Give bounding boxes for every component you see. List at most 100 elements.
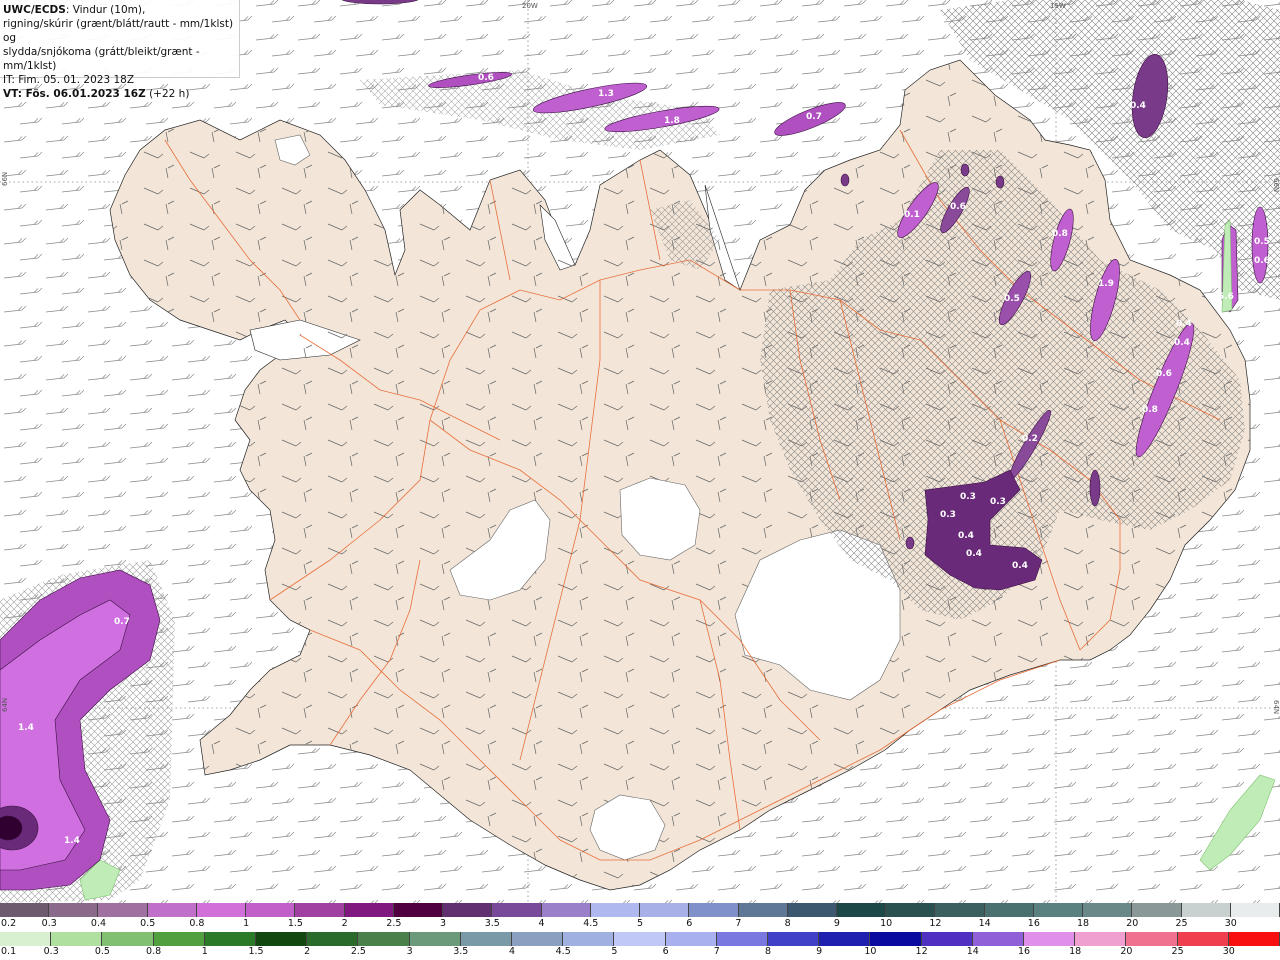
legend-color-cell xyxy=(1230,903,1280,917)
precip-label: 0.8 xyxy=(1142,405,1158,415)
title-line: UWC/ECDS: Vindur (10m), xyxy=(3,3,236,17)
legend-color-cell xyxy=(492,903,542,917)
precip-label: 0.3 xyxy=(990,497,1006,507)
legend-color-cell xyxy=(870,932,922,946)
legend-tick-label: 2.5 xyxy=(350,946,366,957)
valid-offset: (+22 h) xyxy=(145,88,190,100)
legend-color-cell xyxy=(295,903,345,917)
precip-label: 0.4 xyxy=(1012,561,1028,571)
legend-color-cell xyxy=(256,932,308,946)
legend-tick-label: 8 xyxy=(764,946,772,957)
precip-label: 0.4 xyxy=(1130,101,1146,111)
precip-label: 0.6 xyxy=(950,202,966,212)
legend-color-cell xyxy=(147,903,197,917)
legend-tick-label: 20 xyxy=(1126,918,1139,929)
model-name: UWC/ECDS xyxy=(3,4,66,16)
legend-color-cell xyxy=(886,903,936,917)
precip-label: 0.6 xyxy=(1254,256,1270,266)
legend-color-cell xyxy=(1177,932,1229,946)
legend-tick-label: 2 xyxy=(304,946,311,957)
legend-color-cell xyxy=(102,932,154,946)
legend-color-cell xyxy=(819,932,871,946)
title-rest: : Vindur (10m), xyxy=(65,4,146,16)
legend-tick-label: 30 xyxy=(1222,946,1235,957)
legend-tick-label: 0.5 xyxy=(140,918,156,929)
legend-tick-label: 10 xyxy=(880,918,893,929)
legend-tick-label: 12 xyxy=(929,918,942,929)
legend-color-cell xyxy=(98,903,148,917)
map-canvas: 0.6 1.3 1.8 0.7 0.4 0.1 0.6 0.8 0.5 1.9 … xyxy=(0,0,1280,903)
legend-tick-label: 3 xyxy=(440,918,447,929)
legend-color-cell xyxy=(409,932,461,946)
precip-label: 1.4 xyxy=(64,836,80,846)
legend-color-cell xyxy=(512,932,564,946)
precip-label: 0.3 xyxy=(940,510,956,520)
legend-tick-label: 7 xyxy=(713,946,720,957)
legend-color-cell xyxy=(393,903,444,917)
precip-label: 5.6 xyxy=(1218,292,1234,302)
precip-label: 1.9 xyxy=(1098,279,1114,289)
legend-tick-label: 6 xyxy=(686,918,693,929)
precip-label: 0.2 xyxy=(1022,434,1038,444)
legend-snow-colorbar xyxy=(0,903,1280,917)
legend-color-cell xyxy=(738,903,788,917)
legend-rain-colorbar xyxy=(0,932,1280,946)
precip-label: 0.4 xyxy=(1174,338,1190,348)
legend-tick-label: 3.5 xyxy=(484,918,500,929)
legend-tick-label: 9 xyxy=(833,918,840,929)
legend-color-cell xyxy=(614,932,666,946)
map-info-box: UWC/ECDS: Vindur (10m), rigning/skúrir (… xyxy=(0,0,240,100)
legend-color-cell xyxy=(204,932,257,946)
legend-color-cell xyxy=(716,932,769,946)
legend-color-cell xyxy=(1033,903,1084,917)
legend-tick-label: 0.8 xyxy=(146,946,162,957)
lat-label-66n-left: 66N xyxy=(1,172,9,186)
legend-tick-label: 4.5 xyxy=(583,918,599,929)
legend-color-cell xyxy=(921,932,973,946)
legend-color-cell xyxy=(768,932,820,946)
precip-label: 0.3 xyxy=(960,492,976,502)
legend-color-cell xyxy=(153,932,205,946)
subtitle-line-3: slydda/snjókoma (grátt/bleikt/grænt - mm… xyxy=(3,46,200,72)
legend-rain-labels: 0.1 0.3 0.5 0.8 1 1.5 2 2.5 3 3.5 4 4.5 5 6 7 8 9 10 12 14 1… xyxy=(0,946,1280,960)
legend-color-cell xyxy=(358,932,410,946)
lat-label-64n-left: 64N xyxy=(1,698,9,712)
legend-tick-label: 2 xyxy=(341,918,348,929)
precip-label: 1.8 xyxy=(664,116,680,126)
legend-color-cell xyxy=(689,903,739,917)
legend-tick-label: 0.5 xyxy=(94,946,110,957)
precip-label: 0.6 xyxy=(1156,369,1172,379)
legend-tick-label: 18 xyxy=(1069,946,1082,957)
legend-color-cell xyxy=(1075,932,1127,946)
legend-tick-label: 2.5 xyxy=(386,918,402,929)
precip-label: 0.5 xyxy=(1254,237,1270,247)
legend-color-cell xyxy=(541,903,591,917)
lon-label-15w: 15W xyxy=(1050,2,1066,10)
legend-color-cell xyxy=(836,903,887,917)
subtitle-line-2: rigning/skúrir (grænt/blátt/rautt - mm/1… xyxy=(3,18,234,44)
lon-label-20w: 20W xyxy=(522,2,538,10)
legend-color-cell xyxy=(307,932,359,946)
legend-tick-label: 20 xyxy=(1120,946,1133,957)
legend-color-cell xyxy=(1083,903,1133,917)
weather-map[interactable]: 0.6 1.3 1.8 0.7 0.4 0.1 0.6 0.8 0.5 1.9 … xyxy=(0,0,1280,903)
legend-color-cell xyxy=(1228,932,1280,946)
legend-color-cell xyxy=(443,903,493,917)
precip-label: 0.4 xyxy=(958,531,974,541)
legend-tick-label: 0.2 xyxy=(1,918,17,929)
legend-tick-label: 7 xyxy=(735,918,742,929)
legend-tick-label: 10 xyxy=(864,946,877,957)
precip-label: 0.4 xyxy=(1176,319,1192,329)
legend-tick-label: 16 xyxy=(1017,946,1031,957)
precip-label: 0.7 xyxy=(114,617,130,627)
legend-color-cell xyxy=(935,903,985,917)
legend-color-cell xyxy=(246,903,296,917)
legend-color-cell xyxy=(972,932,1025,946)
legend-tick-label: 25 xyxy=(1171,946,1184,957)
legend-tick-label: 14 xyxy=(978,918,991,929)
legend-tick-label: 5 xyxy=(636,918,644,929)
legend-tick-label: 4.5 xyxy=(555,946,571,957)
legend-tick-label: 0.3 xyxy=(41,918,57,929)
legend-color-cell xyxy=(344,903,394,917)
legend-tick-label: 3 xyxy=(406,946,413,957)
